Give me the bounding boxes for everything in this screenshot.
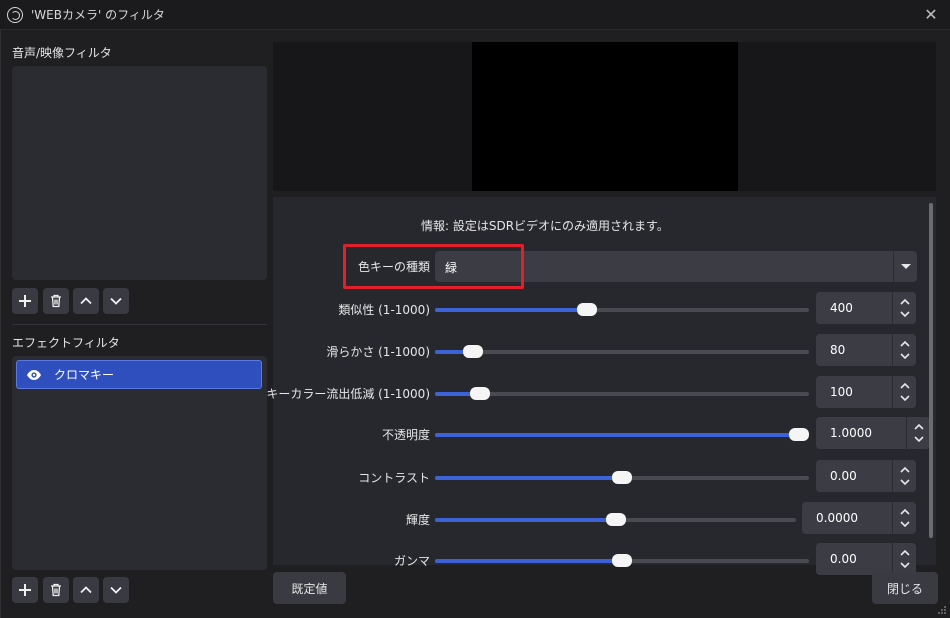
chevron-down-icon[interactable] xyxy=(900,311,910,317)
chevron-up-icon[interactable] xyxy=(900,383,910,389)
add-audio-filter-button[interactable] xyxy=(12,288,38,314)
list-item-chroma-key[interactable]: クロマキー xyxy=(16,360,262,389)
chevron-up-icon[interactable] xyxy=(900,341,910,347)
chevron-up-icon[interactable] xyxy=(900,299,910,305)
chevron-down-icon[interactable] xyxy=(900,395,910,401)
row-label: ガンマ xyxy=(393,554,430,568)
trash-icon xyxy=(51,294,61,308)
window-border xyxy=(0,30,1,618)
slider-handle[interactable] xyxy=(789,428,809,441)
slider-handle[interactable] xyxy=(606,513,626,526)
window-title: 'WEBカメラ' のフィルタ xyxy=(31,8,165,22)
move-effect-filter-down-button[interactable] xyxy=(103,577,129,603)
spinbox-buttons xyxy=(892,543,916,575)
spinbox-buttons xyxy=(892,502,916,534)
audio-video-filters-label: 音声/映像フィルタ xyxy=(12,46,112,60)
slider-track[interactable] xyxy=(435,471,809,484)
spinbox-value: 80 xyxy=(830,343,846,357)
filter-name: クロマキー xyxy=(54,368,115,382)
spinbox-buttons xyxy=(892,376,916,408)
spinbox-value: 1.0000 xyxy=(830,426,872,440)
chevron-down-icon[interactable] xyxy=(900,521,910,527)
add-effect-filter-button[interactable] xyxy=(12,577,38,603)
row-label: キーカラー流出低減 (1-1000) xyxy=(266,387,430,401)
spinbox-value: 0.00 xyxy=(830,552,857,566)
chevron-down-icon xyxy=(110,297,122,305)
slider-handle[interactable] xyxy=(577,303,597,316)
chevron-down-icon[interactable] xyxy=(900,353,910,359)
close-button[interactable]: 閉じる xyxy=(872,572,938,604)
chevron-up-icon xyxy=(80,297,92,305)
chevron-up-icon[interactable] xyxy=(900,550,910,556)
dropdown-arrow-icon[interactable] xyxy=(893,251,917,282)
spinbox-value: 0.00 xyxy=(830,469,857,483)
slider-handle[interactable] xyxy=(463,345,483,358)
row-label: 類似性 (1-1000) xyxy=(338,303,430,317)
slider-track[interactable] xyxy=(435,303,809,316)
spinbox-value: 0.0000 xyxy=(816,511,858,525)
number-spinbox[interactable]: 1.0000 xyxy=(816,417,930,449)
slider-fill xyxy=(435,308,587,312)
slider-track[interactable] xyxy=(435,345,809,358)
slider-fill xyxy=(435,476,622,480)
remove-effect-filter-button[interactable] xyxy=(43,577,69,603)
trash-icon xyxy=(51,583,61,597)
remove-audio-filter-button[interactable] xyxy=(43,288,69,314)
section-divider xyxy=(12,324,267,325)
number-spinbox[interactable]: 100 xyxy=(816,376,916,408)
resize-grip-icon[interactable] xyxy=(937,605,947,615)
spinbox-buttons xyxy=(892,334,916,366)
plus-icon xyxy=(19,584,31,596)
chevron-down-icon[interactable] xyxy=(914,436,924,442)
slider-track[interactable] xyxy=(435,513,796,526)
number-spinbox[interactable]: 400 xyxy=(816,292,916,324)
row-label: コントラスト xyxy=(358,471,430,485)
effect-filters-label: エフェクトフィルタ xyxy=(12,336,120,350)
slider-fill xyxy=(435,433,799,437)
row-label: 不透明度 xyxy=(381,428,430,442)
chevron-down-icon xyxy=(110,586,122,594)
audio-video-filter-list[interactable] xyxy=(12,66,267,280)
slider-handle[interactable] xyxy=(612,554,632,567)
video-preview xyxy=(472,42,738,191)
eye-icon[interactable] xyxy=(26,367,42,383)
chevron-up-icon[interactable] xyxy=(914,424,924,430)
move-effect-filter-up-button[interactable] xyxy=(73,577,99,603)
spinbox-value: 100 xyxy=(830,385,853,399)
spinbox-buttons xyxy=(892,292,916,324)
info-text: 情報: 設定はSDRビデオにのみ適用されます。 xyxy=(421,219,669,233)
spinbox-value: 400 xyxy=(830,301,853,315)
obs-logo-icon xyxy=(7,6,23,23)
chevron-up-icon[interactable] xyxy=(900,509,910,515)
move-audio-filter-down-button[interactable] xyxy=(103,288,129,314)
slider-handle[interactable] xyxy=(470,387,490,400)
defaults-button[interactable]: 既定値 xyxy=(273,572,346,604)
title-bar: 'WEBカメラ' のフィルタ ✕ xyxy=(0,0,950,30)
number-spinbox[interactable]: 0.0000 xyxy=(802,502,916,534)
slider-handle[interactable] xyxy=(612,471,632,484)
slider-track[interactable] xyxy=(435,387,809,400)
plus-icon xyxy=(19,295,31,307)
chevron-up-icon[interactable] xyxy=(900,467,910,473)
spinbox-buttons xyxy=(906,417,930,449)
number-spinbox[interactable]: 80 xyxy=(816,334,916,366)
row-label: 滑らかさ (1-1000) xyxy=(326,345,430,359)
move-audio-filter-up-button[interactable] xyxy=(73,288,99,314)
highlight-annotation xyxy=(343,244,524,289)
chevron-down-icon[interactable] xyxy=(900,479,910,485)
number-spinbox[interactable]: 0.00 xyxy=(816,460,916,492)
properties-scrollbar[interactable] xyxy=(929,203,933,538)
slider-track[interactable] xyxy=(435,428,809,441)
chevron-down-icon[interactable] xyxy=(900,562,910,568)
number-spinbox[interactable]: 0.00 xyxy=(816,543,916,575)
slider-track[interactable] xyxy=(435,554,809,567)
slider-fill xyxy=(435,518,616,522)
close-icon[interactable]: ✕ xyxy=(922,6,940,24)
slider-fill xyxy=(435,559,622,563)
chevron-up-icon xyxy=(80,586,92,594)
row-label: 輝度 xyxy=(405,513,430,527)
spinbox-buttons xyxy=(892,460,916,492)
